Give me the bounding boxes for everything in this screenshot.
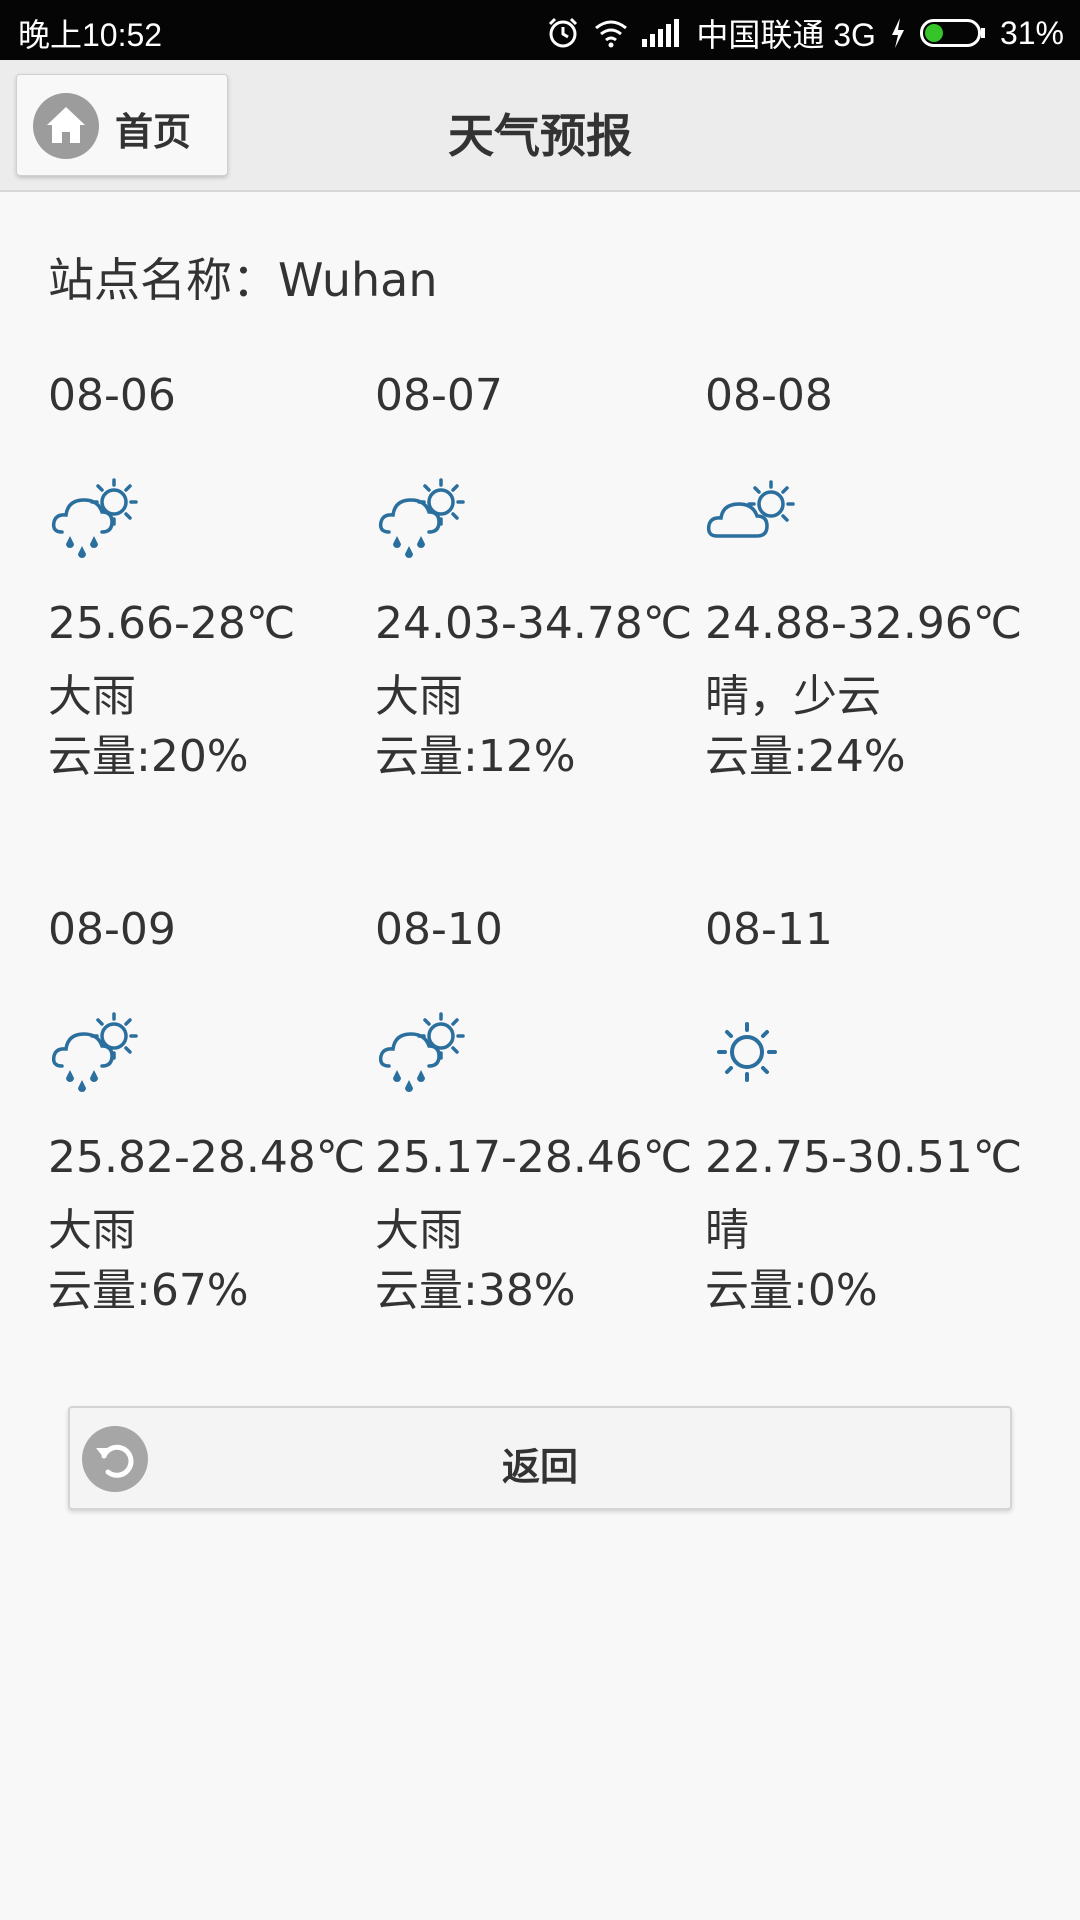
cloud-sun-icon	[705, 468, 805, 568]
status-time: 晚上10:52	[18, 17, 163, 53]
battery-percent: 31%	[999, 14, 1064, 51]
forecast-temperature: 22.75-30.51℃	[705, 1132, 1023, 1183]
rain-sun-icon	[375, 468, 475, 568]
back-button-label: 返回	[501, 1445, 578, 1489]
forecast-cloud-cover: 云量:38%	[375, 1265, 576, 1316]
forecast-description: 大雨	[375, 671, 463, 722]
forecast-cloud-cover: 云量:67%	[48, 1265, 249, 1316]
status-icons: 中国联通 3G 31%	[546, 10, 1064, 56]
back-button[interactable]: 返回	[68, 1406, 1012, 1510]
forecast-date: 08-08	[705, 370, 833, 421]
carrier-label: 中国联通 3G	[696, 17, 876, 53]
forecast-cloud-cover: 云量:12%	[375, 731, 576, 782]
forecast-cloud-cover: 云量:20%	[48, 731, 249, 782]
station-name: 站点名称：Wuhan	[48, 253, 438, 307]
forecast-description: 晴，少云	[705, 671, 881, 722]
rain-sun-icon	[375, 1002, 475, 1102]
forecast-temperature: 25.17-28.46℃	[375, 1132, 693, 1183]
signal-icon	[642, 19, 682, 47]
forecast-temperature: 24.88-32.96℃	[705, 598, 1023, 649]
forecast-temperature: 25.82-28.48℃	[48, 1132, 366, 1183]
wifi-icon	[594, 18, 628, 48]
app-bar: 首页 天气预报	[0, 60, 1080, 192]
sun-icon	[705, 1002, 805, 1102]
forecast-description: 大雨	[375, 1205, 463, 1256]
forecast-temperature: 24.03-34.78℃	[375, 598, 693, 649]
forecast-date: 08-09	[48, 904, 176, 955]
alarm-icon	[546, 16, 580, 50]
rain-sun-icon	[48, 1002, 148, 1102]
forecast-description: 大雨	[48, 671, 136, 722]
forecast-description: 大雨	[48, 1205, 136, 1256]
forecast-date: 08-07	[375, 370, 503, 421]
battery-icon	[919, 19, 986, 47]
forecast-cloud-cover: 云量:24%	[705, 731, 906, 782]
page-title: 天气预报	[448, 109, 632, 163]
status-bar: 晚上10:52 中国联通 3G 31%	[0, 0, 1080, 60]
forecast-cloud-cover: 云量:0%	[705, 1265, 878, 1316]
charging-icon	[890, 18, 906, 48]
forecast-temperature: 25.66-28℃	[48, 598, 296, 649]
rain-sun-icon	[48, 468, 148, 568]
forecast-description: 晴	[705, 1205, 749, 1256]
forecast-date: 08-10	[375, 904, 503, 955]
forecast-date: 08-06	[48, 370, 176, 421]
forecast-date: 08-11	[705, 904, 833, 955]
